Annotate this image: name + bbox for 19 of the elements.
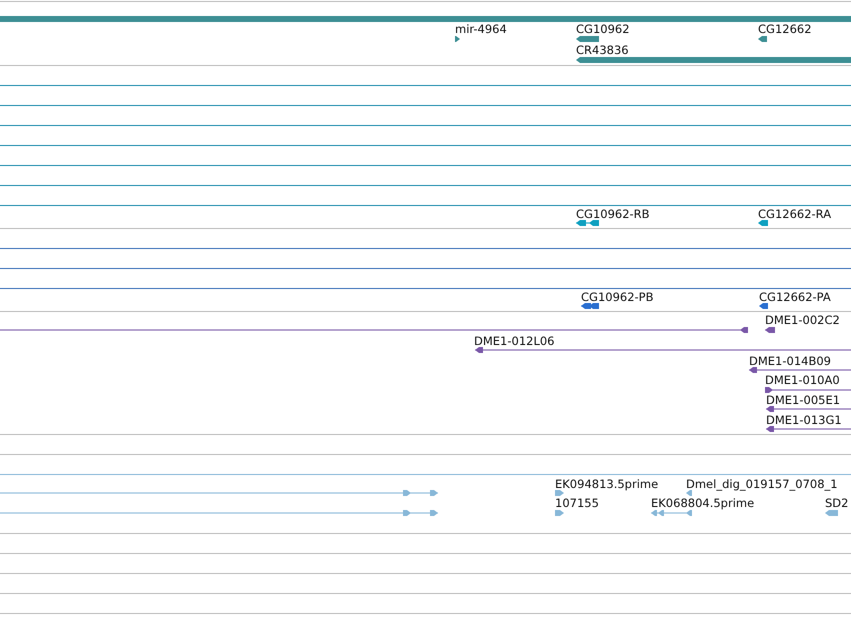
feature-label: CG12662-PA [759, 290, 831, 304]
feature-label: DME1-012L06 [474, 334, 554, 348]
feature-label: CR43836 [576, 43, 629, 57]
feature-label: DME1-005E1 [766, 393, 840, 407]
feature-label: CG10962-RB [576, 207, 650, 221]
feature-label: EK094813.5prime [555, 477, 658, 491]
feature-label: CG12662 [758, 22, 812, 36]
feature-label: mir-4964 [455, 22, 507, 36]
feature-label: DME1-014B09 [749, 354, 831, 368]
feature-label: SD2 [825, 496, 848, 510]
feature-label: DME1-002C2 [765, 313, 840, 327]
feature-label: DME1-010A0 [765, 373, 840, 387]
feature-label: CG10962-PB [581, 290, 654, 304]
feature-label: 107155 [555, 496, 599, 510]
feature-label: CG12662-RA [758, 207, 832, 221]
feature-label: Dmel_dig_019157_0708_1 [686, 477, 838, 491]
feature-label: EK068804.5prime [651, 496, 754, 510]
feature-label: DME1-013G1 [766, 413, 842, 427]
feature-label: CG10962 [576, 22, 630, 36]
